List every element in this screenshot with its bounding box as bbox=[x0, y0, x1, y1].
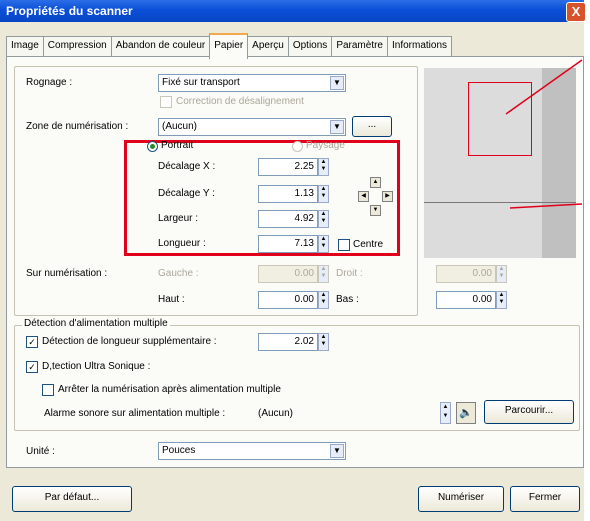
unite-value: Pouces bbox=[162, 445, 196, 456]
arrow-right-icon[interactable]: ▶ bbox=[382, 191, 393, 202]
gauche-value: 0.00 bbox=[294, 268, 314, 279]
overscan-label: Sur numérisation : bbox=[26, 268, 108, 279]
decalage-x-spinner[interactable]: ▲ ▼ bbox=[318, 158, 329, 176]
ultrasonic-label: D,tection Ultra Sonique : bbox=[42, 361, 151, 372]
longueur-spinner[interactable]: ▲ ▼ bbox=[318, 235, 329, 253]
haut-input[interactable]: 0.00 bbox=[258, 291, 318, 309]
length-detection-value: 2.02 bbox=[294, 336, 314, 347]
default-button[interactable]: Par défaut... bbox=[12, 486, 132, 512]
alarm-browse-label: Parcourir... bbox=[504, 405, 554, 416]
scan-button[interactable]: Numériser bbox=[418, 486, 504, 512]
arrow-left-icon[interactable]: ◀ bbox=[358, 191, 369, 202]
decalage-x-value: 2.25 bbox=[294, 161, 314, 172]
bas-label: Bas : bbox=[336, 294, 359, 305]
tab-parametre[interactable]: Paramètre bbox=[331, 36, 388, 56]
largeur-value: 4.92 bbox=[294, 213, 314, 224]
arrow-up-icon[interactable]: ▲ bbox=[370, 177, 381, 188]
droit-value: 0.00 bbox=[472, 268, 492, 279]
largeur-spinner[interactable]: ▲ ▼ bbox=[318, 210, 329, 228]
longueur-value: 7.13 bbox=[294, 238, 314, 249]
chevron-down-icon[interactable]: ▼ bbox=[330, 120, 344, 134]
decalage-y-value: 1.13 bbox=[294, 188, 314, 199]
alarm-label: Alarme sonore sur alimentation multiple … bbox=[44, 408, 226, 419]
alarm-value: (Aucun) bbox=[258, 408, 294, 419]
speaker-icon[interactable]: 🔈 bbox=[456, 402, 476, 424]
droit-input[interactable]: 0.00 bbox=[436, 265, 496, 283]
largeur-label: Largeur : bbox=[158, 213, 199, 224]
close-button-label: Fermer bbox=[528, 492, 562, 503]
longueur-label: Longueur : bbox=[158, 238, 206, 249]
decalage-y-spinner[interactable]: ▲ ▼ bbox=[318, 185, 329, 203]
tab-image[interactable]: Image bbox=[6, 36, 44, 56]
window-title: Propriétés du scanner bbox=[6, 4, 133, 18]
correction-checkbox[interactable] bbox=[160, 96, 172, 108]
rognage-value: Fixé sur transport bbox=[162, 77, 240, 88]
zone-select[interactable]: (Aucun) ▼ bbox=[158, 118, 346, 136]
tab-strip: Image Compression Abandon de couleur Pap… bbox=[6, 33, 453, 59]
tab-compression[interactable]: Compression bbox=[42, 36, 112, 56]
unite-label: Unité : bbox=[26, 446, 55, 457]
rognage-label: Rognage : bbox=[26, 77, 73, 88]
gauche-input[interactable]: 0.00 bbox=[258, 265, 318, 283]
haut-value: 0.00 bbox=[294, 294, 314, 305]
callout-lines bbox=[505, 59, 583, 209]
portrait-radio[interactable] bbox=[147, 141, 158, 152]
zone-label: Zone de numérisation : bbox=[26, 121, 129, 132]
portrait-label: Portrait bbox=[161, 140, 194, 151]
unite-select[interactable]: Pouces ▼ bbox=[158, 442, 346, 460]
zone-browse-label: ... bbox=[367, 119, 377, 130]
haut-label: Haut : bbox=[158, 294, 185, 305]
haut-spinner[interactable]: ▲ ▼ bbox=[318, 291, 329, 309]
stop-scan-label: Arrêter la numérisation après alimentati… bbox=[58, 384, 281, 395]
chevron-down-icon[interactable]: ▼ bbox=[330, 444, 344, 458]
correction-label: Correction de désalignement bbox=[176, 96, 304, 107]
arrow-down-icon[interactable]: ▼ bbox=[370, 205, 381, 216]
multifeed-group-label: Détection d'alimentation multiple bbox=[22, 318, 170, 329]
bas-value: 0.00 bbox=[472, 294, 492, 305]
zone-browse-button[interactable]: ... bbox=[352, 116, 392, 137]
chevron-down-icon[interactable]: ▼ bbox=[330, 76, 344, 90]
bas-input[interactable]: 0.00 bbox=[436, 291, 496, 309]
centre-checkbox[interactable] bbox=[338, 239, 350, 251]
tab-papier[interactable]: Papier bbox=[209, 33, 249, 59]
decalage-x-input[interactable]: 2.25 bbox=[258, 158, 318, 176]
stop-scan-checkbox[interactable] bbox=[42, 384, 54, 396]
tab-abandon-couleur[interactable]: Abandon de couleur bbox=[110, 36, 211, 56]
tab-informations[interactable]: Informations bbox=[387, 36, 453, 56]
callout-line-1 bbox=[505, 59, 583, 115]
zone-value: (Aucun) bbox=[162, 121, 198, 132]
length-detection-label: Détection de longueur supplémentaire : bbox=[42, 336, 217, 347]
largeur-input[interactable]: 4.92 bbox=[258, 210, 318, 228]
gauche-label: Gauche : bbox=[158, 268, 199, 279]
length-detection-input[interactable]: 2.02 bbox=[258, 333, 318, 351]
ultrasonic-checkbox[interactable]: ✓ bbox=[26, 361, 38, 373]
alarm-spinner[interactable]: ▲ ▼ bbox=[440, 402, 451, 424]
paysage-radio[interactable] bbox=[292, 141, 303, 152]
bas-spinner[interactable]: ▲ ▼ bbox=[496, 291, 507, 309]
callout-line-2 bbox=[509, 203, 583, 209]
length-detection-checkbox[interactable]: ✓ bbox=[26, 336, 38, 348]
droit-label: Droit : bbox=[336, 268, 363, 279]
close-window-button[interactable]: X bbox=[566, 2, 586, 22]
paysage-label: Paysage bbox=[306, 140, 345, 151]
decalage-y-input[interactable]: 1.13 bbox=[258, 185, 318, 203]
default-button-label: Par défaut... bbox=[44, 492, 100, 503]
scan-button-label: Numériser bbox=[437, 492, 485, 503]
droit-spinner[interactable]: ▲ ▼ bbox=[496, 265, 507, 283]
tab-apercu[interactable]: Aperçu bbox=[247, 36, 289, 56]
centre-label: Centre bbox=[353, 239, 384, 250]
length-detection-spinner[interactable]: ▲ ▼ bbox=[318, 333, 329, 351]
decalage-y-label: Décalage Y : bbox=[158, 188, 215, 199]
close-button[interactable]: Fermer bbox=[510, 486, 580, 512]
decalage-x-label: Décalage X : bbox=[158, 161, 216, 172]
longueur-input[interactable]: 7.13 bbox=[258, 235, 318, 253]
alarm-browse-button[interactable]: Parcourir... bbox=[484, 400, 574, 424]
rognage-select[interactable]: Fixé sur transport ▼ bbox=[158, 74, 346, 92]
gauche-spinner[interactable]: ▲ ▼ bbox=[318, 265, 329, 283]
tab-options[interactable]: Options bbox=[287, 36, 333, 56]
